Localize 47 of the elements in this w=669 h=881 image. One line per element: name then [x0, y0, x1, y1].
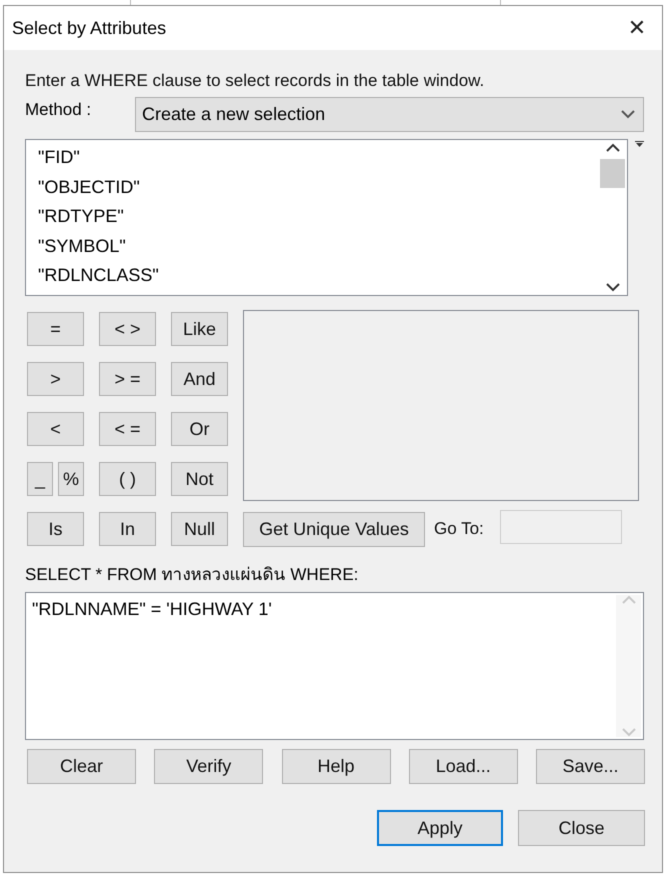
operator-button[interactable]: _: [27, 462, 53, 496]
action-button[interactable]: Save...: [536, 749, 645, 784]
operator-button[interactable]: <: [27, 412, 84, 446]
operator-button[interactable]: < >: [99, 312, 156, 346]
field-item[interactable]: "RDLNCLASS": [38, 261, 600, 290]
action-button[interactable]: Load...: [408, 749, 518, 784]
operator-button[interactable]: < =: [99, 412, 156, 446]
method-label: Method :: [25, 100, 92, 120]
window-title: Select by Attributes: [12, 18, 166, 38]
operator-button[interactable]: Is: [27, 512, 84, 546]
action-button[interactable]: Help: [282, 749, 390, 784]
values-list[interactable]: [243, 310, 639, 501]
operator-button[interactable]: %: [58, 462, 84, 496]
operator-button[interactable]: In: [99, 512, 156, 546]
operator-button[interactable]: ( ): [99, 462, 156, 496]
field-item[interactable]: "FID": [38, 143, 600, 172]
expression-text: "RDLNNAME" = 'HIGHWAY 1': [32, 598, 273, 621]
operator-button[interactable]: =: [27, 312, 84, 346]
scroll-thumb[interactable]: [600, 159, 625, 188]
query-label: SELECT * FROM ทางหลวงแผ่นดิน WHERE:: [25, 564, 360, 586]
dialog-button[interactable]: Close: [518, 810, 645, 846]
expression-box[interactable]: "RDLNNAME" = 'HIGHWAY 1': [25, 592, 644, 740]
field-item[interactable]: "SYMBOL": [38, 232, 600, 261]
get-unique-values-button[interactable]: Get Unique Values: [243, 512, 425, 546]
go-to-label: Go To:: [434, 519, 484, 539]
operator-button[interactable]: >: [27, 362, 84, 396]
operator-button[interactable]: Not: [171, 462, 228, 496]
operator-button[interactable]: > =: [99, 362, 156, 396]
action-button[interactable]: Clear: [27, 749, 136, 784]
scrollbar[interactable]: [600, 143, 625, 292]
field-list[interactable]: "FID" "OBJECTID" "RDTYPE" "SYMBOL" "RDLNCLASS": [25, 139, 628, 296]
method-dropdown[interactable]: Create a new selection: [135, 97, 644, 132]
instruction-text: Enter a WHERE clause to select records in the table window.: [25, 71, 486, 91]
scroll-up-icon[interactable]: [606, 143, 620, 152]
go-to-field[interactable]: [500, 510, 622, 544]
operator-button[interactable]: And: [171, 362, 228, 396]
field-item[interactable]: "OBJECTID": [38, 172, 600, 202]
operator-button[interactable]: Like: [171, 312, 228, 346]
operator-button[interactable]: Null: [171, 512, 228, 546]
dropdown-arrow-icon[interactable]: [635, 141, 644, 147]
dialog-button[interactable]: Apply: [377, 810, 503, 846]
field-item[interactable]: "RDTYPE": [38, 202, 600, 232]
scroll-down-icon[interactable]: [606, 283, 620, 292]
action-button[interactable]: Verify: [154, 749, 264, 784]
chevron-down-icon[interactable]: [621, 110, 635, 119]
operator-button[interactable]: Or: [171, 412, 228, 446]
close-button[interactable]: ✕: [612, 6, 662, 50]
